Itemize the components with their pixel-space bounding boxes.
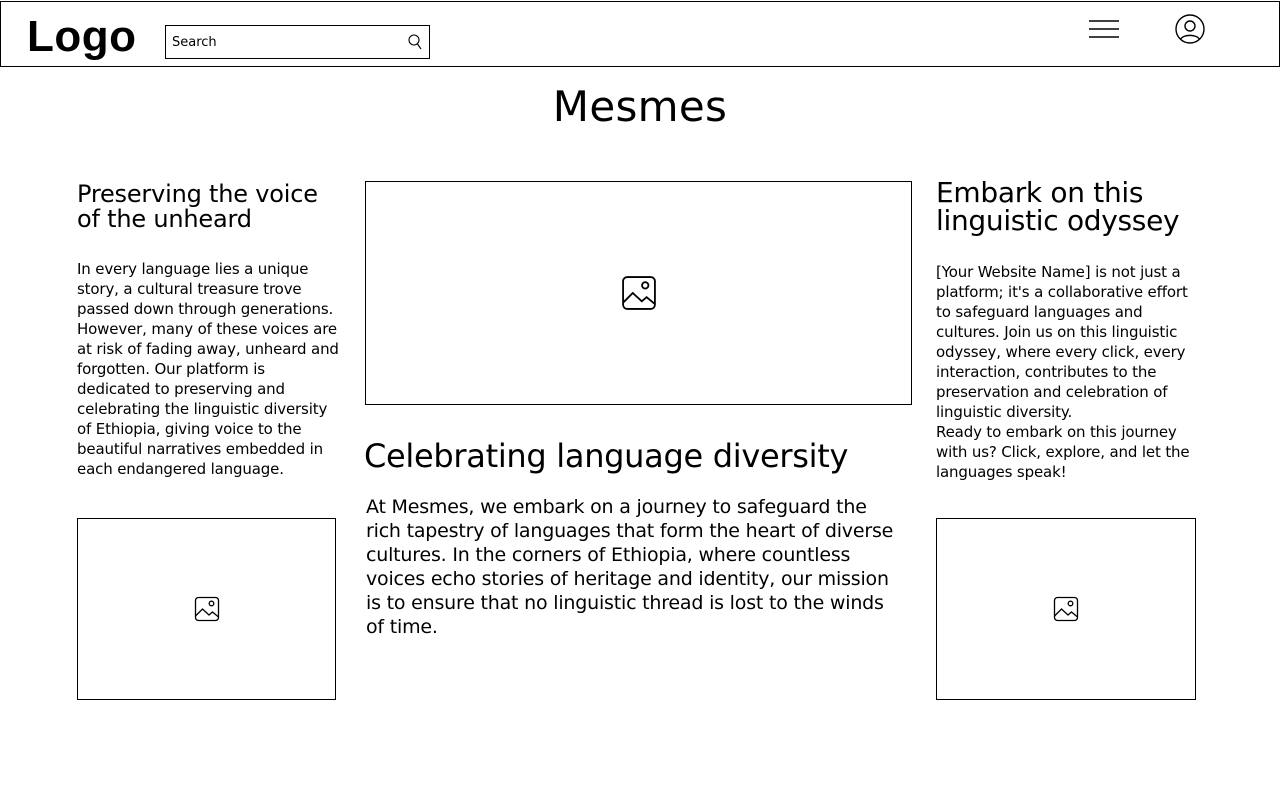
image-placeholder-icon [1053,596,1079,622]
left-image-placeholder [77,518,336,700]
logo[interactable]: Logo [27,12,137,62]
center-section-heading: Celebrating language diversity [364,437,849,475]
right-image-placeholder [936,518,1196,700]
left-section-body: In every language lies a unique story, a… [77,260,339,478]
left-section-heading: Preserving the voice of the unheard [77,180,318,233]
top-navbar: Logo [0,1,1280,67]
page-title: Mesmes [552,82,728,131]
user-profile-icon[interactable] [1174,13,1206,45]
search-box[interactable] [165,25,430,59]
main-image-placeholder [365,181,912,405]
page: Logo Mesmes Preserving the voice of the … [0,0,1280,800]
image-placeholder-icon [194,596,219,622]
center-section-body: At Mesmes, we embark on a journey to saf… [366,496,894,638]
search-input[interactable] [172,30,394,54]
right-section-heading: Embark on this linguistic odyssey [936,176,1180,237]
right-section-cta-text: Ready to embark on this journey with us?… [936,423,1190,481]
hamburger-menu-icon[interactable] [1088,18,1120,42]
right-section-body: [Your Website Name] is not just a platfo… [936,263,1188,421]
search-icon[interactable] [406,33,424,51]
image-placeholder-icon [621,276,656,310]
